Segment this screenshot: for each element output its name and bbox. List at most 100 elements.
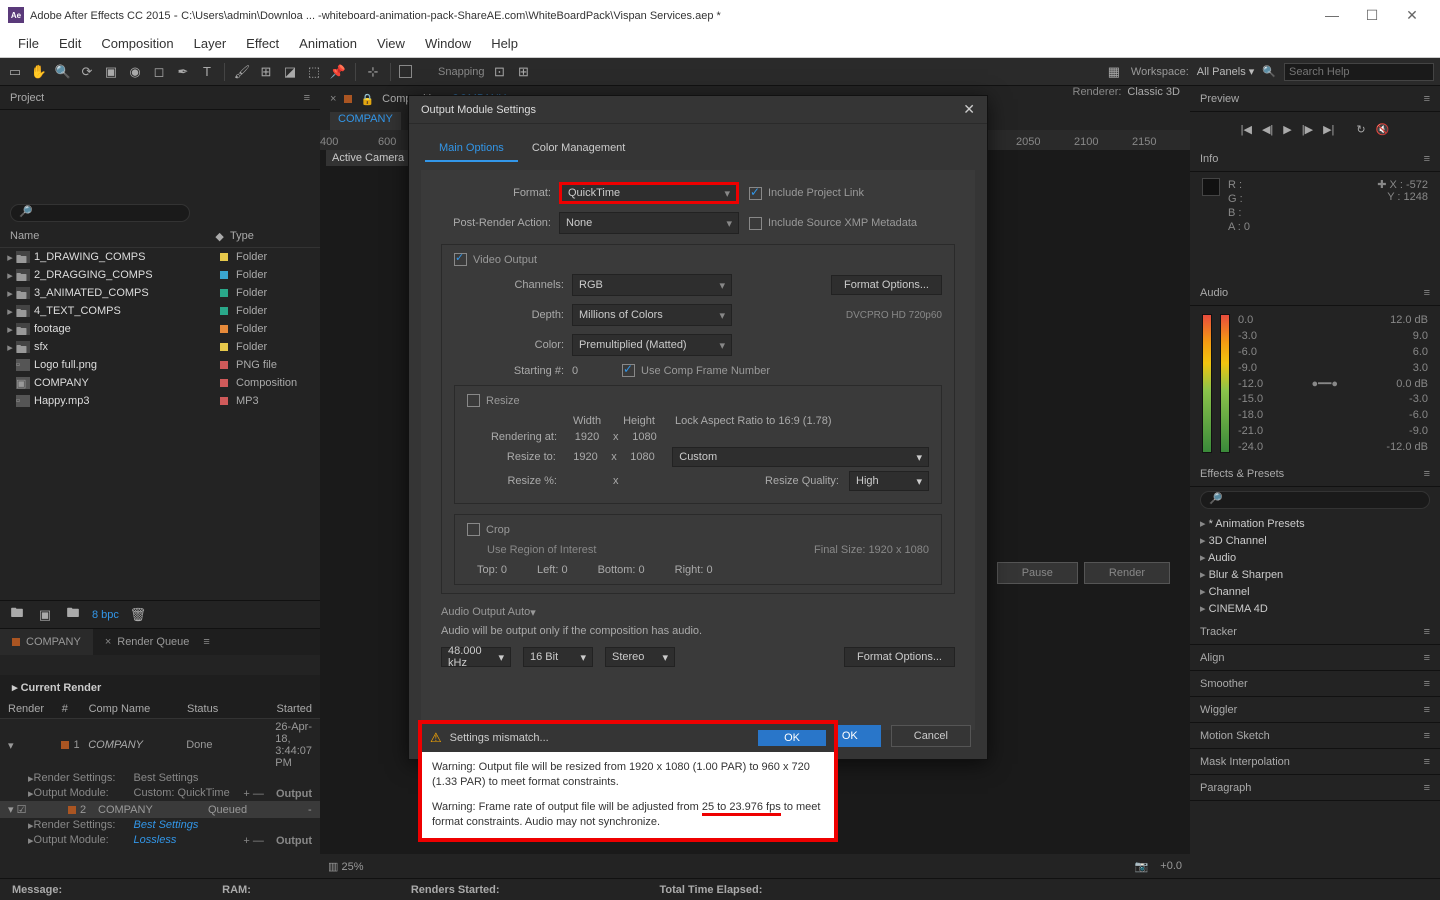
audio-channel-dropdown[interactable]: Stereo▾: [605, 647, 675, 667]
interpret-icon[interactable]: 🖿: [8, 606, 26, 624]
project-item[interactable]: ▸🖿sfxFolder: [0, 338, 320, 356]
text-tool-icon[interactable]: T: [198, 63, 216, 81]
panel-motion-sketch[interactable]: Motion Sketch≡: [1190, 723, 1440, 749]
renderer-label[interactable]: Renderer:Classic 3D: [1073, 86, 1181, 98]
menu-help[interactable]: Help: [481, 36, 528, 51]
project-item[interactable]: ▸🖿3_ANIMATED_COMPSFolder: [0, 284, 320, 302]
grid-icon[interactable]: ▦: [1105, 63, 1123, 81]
brush-tool-icon[interactable]: 🖌: [233, 63, 251, 81]
audio-panel-tab[interactable]: Audio: [1200, 287, 1228, 299]
project-item[interactable]: ▸🖿4_TEXT_COMPSFolder: [0, 302, 320, 320]
pause-button[interactable]: Pause: [997, 562, 1078, 584]
minimize-button[interactable]: —: [1312, 0, 1352, 30]
project-item[interactable]: ▸🖿2_DRAGGING_COMPSFolder: [0, 266, 320, 284]
resize-quality-dropdown[interactable]: High▾: [849, 471, 929, 491]
dialog-close-button[interactable]: ✕: [963, 101, 975, 118]
timeline-tab-company[interactable]: COMPANY: [0, 629, 93, 655]
label-column-icon[interactable]: ◆: [215, 230, 223, 243]
resize-width-input[interactable]: 1920: [566, 451, 605, 463]
close-window-button[interactable]: ✕: [1392, 0, 1432, 30]
effect-category[interactable]: Audio: [1190, 549, 1440, 566]
effect-category[interactable]: Channel: [1190, 583, 1440, 600]
depth-dropdown[interactable]: Millions of Colors▾: [572, 304, 732, 326]
lock-icon[interactable]: 🔒: [360, 93, 374, 106]
menu-bar[interactable]: FileEditCompositionLayerEffectAnimationV…: [0, 30, 1440, 58]
menu-effect[interactable]: Effect: [236, 36, 289, 51]
include-xmp-checkbox[interactable]: [749, 217, 762, 230]
last-frame-icon[interactable]: ▶|: [1323, 123, 1334, 136]
menu-view[interactable]: View: [367, 36, 415, 51]
project-item[interactable]: ▫Logo full.pngPNG file: [0, 356, 320, 374]
camera-tool-icon[interactable]: ▣: [102, 63, 120, 81]
new-folder-icon[interactable]: 🖿: [64, 606, 82, 624]
resize-preset-dropdown[interactable]: Custom▾: [672, 447, 929, 467]
resize-checkbox[interactable]: [467, 394, 480, 407]
render-queue-item[interactable]: ▾ ☑2COMPANYQueued-: [0, 801, 320, 818]
tab-main-options[interactable]: Main Options: [425, 136, 518, 162]
audio-output-dropdown[interactable]: Audio Output Auto▾: [441, 606, 571, 619]
crop-checkbox[interactable]: [467, 523, 480, 536]
project-tab[interactable]: Project: [10, 92, 44, 104]
name-column[interactable]: Name: [10, 230, 215, 243]
timeline-tab-renderqueue[interactable]: ×Render Queue≡: [93, 629, 222, 655]
audio-format-options-button[interactable]: Format Options...: [844, 647, 955, 667]
menu-file[interactable]: File: [8, 36, 49, 51]
menu-composition[interactable]: Composition: [91, 36, 183, 51]
workspace-dropdown[interactable]: All Panels ▾: [1197, 65, 1255, 78]
trash-icon[interactable]: 🗑: [129, 606, 147, 624]
panel-paragraph[interactable]: Paragraph≡: [1190, 775, 1440, 801]
menu-window[interactable]: Window: [415, 36, 481, 51]
selection-tool-icon[interactable]: ▭: [6, 63, 24, 81]
puppet-tool-icon[interactable]: 📌: [329, 63, 347, 81]
menu-animation[interactable]: Animation: [289, 36, 367, 51]
info-panel-tab[interactable]: Info: [1200, 153, 1218, 165]
panel-mask-interpolation[interactable]: Mask Interpolation≡: [1190, 749, 1440, 775]
render-queue-item[interactable]: ▾ 1COMPANYDone26-Apr-18, 3:44:07 PM: [0, 719, 320, 771]
effect-category[interactable]: 3D Channel: [1190, 532, 1440, 549]
dialog-cancel-button[interactable]: Cancel: [891, 725, 971, 747]
stamp-tool-icon[interactable]: ⊞: [257, 63, 275, 81]
use-comp-frame-checkbox[interactable]: [622, 364, 635, 377]
video-output-checkbox[interactable]: [454, 253, 467, 266]
shape-tool-icon[interactable]: ◻: [150, 63, 168, 81]
first-frame-icon[interactable]: |◀: [1241, 123, 1252, 136]
type-column[interactable]: Type: [230, 230, 310, 243]
video-format-options-button[interactable]: Format Options...: [831, 275, 942, 295]
local-axis-icon[interactable]: ⊹: [364, 63, 382, 81]
mute-icon[interactable]: 🔇: [1376, 123, 1390, 136]
panel-align[interactable]: Align≡: [1190, 645, 1440, 671]
active-camera-label[interactable]: Active Camera: [326, 150, 410, 166]
effect-category[interactable]: Blur & Sharpen: [1190, 566, 1440, 583]
snap-opts2-icon[interactable]: ⊞: [515, 63, 533, 81]
menu-edit[interactable]: Edit: [49, 36, 91, 51]
effect-category[interactable]: CINEMA 4D: [1190, 600, 1440, 617]
format-dropdown[interactable]: QuickTime▾: [559, 182, 739, 204]
include-project-link-checkbox[interactable]: [749, 187, 762, 200]
search-help-input[interactable]: [1284, 63, 1434, 81]
panel-wiggler[interactable]: Wiggler≡: [1190, 697, 1440, 723]
prev-frame-icon[interactable]: ◀|: [1262, 123, 1273, 136]
audio-khz-dropdown[interactable]: 48.000 kHz▾: [441, 647, 511, 667]
rotate-tool-icon[interactable]: ⟳: [78, 63, 96, 81]
exposure-value[interactable]: +0.0: [1160, 860, 1182, 872]
project-item[interactable]: ▣COMPANYComposition: [0, 374, 320, 392]
starting-number-input[interactable]: 0: [572, 365, 612, 377]
effect-category[interactable]: * Animation Presets: [1190, 515, 1440, 532]
effects-panel-tab[interactable]: Effects & Presets: [1200, 468, 1284, 480]
tab-color-management[interactable]: Color Management: [518, 136, 640, 162]
roto-tool-icon[interactable]: ⬚: [305, 63, 323, 81]
resize-height-input[interactable]: 1080: [623, 451, 662, 463]
channels-dropdown[interactable]: RGB▾: [572, 274, 732, 296]
zoom-tool-icon[interactable]: 🔍: [54, 63, 72, 81]
next-frame-icon[interactable]: |▶: [1302, 123, 1313, 136]
color-dropdown[interactable]: Premultiplied (Matted)▾: [572, 334, 732, 356]
camera-icon[interactable]: 📷: [1135, 860, 1149, 873]
pan-behind-tool-icon[interactable]: ◉: [126, 63, 144, 81]
render-button[interactable]: Render: [1084, 562, 1170, 584]
post-render-action-dropdown[interactable]: None▾: [559, 212, 739, 234]
snap-opts-icon[interactable]: ⊡: [491, 63, 509, 81]
project-search-input[interactable]: 🔎: [10, 204, 190, 222]
eraser-tool-icon[interactable]: ◪: [281, 63, 299, 81]
menu-layer[interactable]: Layer: [184, 36, 237, 51]
close-comp-icon[interactable]: ×: [330, 93, 336, 105]
